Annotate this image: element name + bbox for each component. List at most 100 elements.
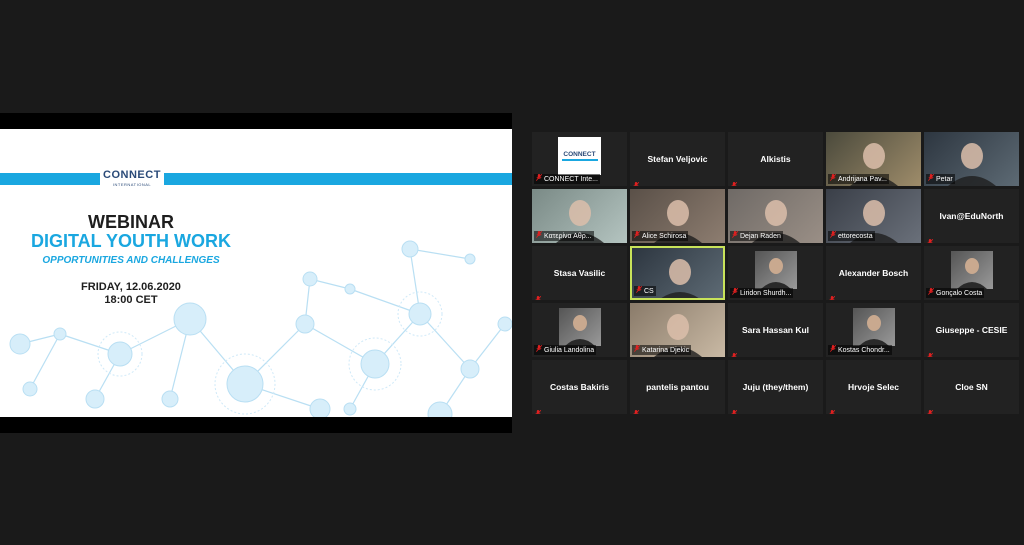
- mic-muted-icon: [927, 347, 934, 357]
- participant-name-label: Gonçalo Costa: [926, 288, 985, 298]
- presentation-slide: CONNECT INTERNATIONAL WEBINAR DIGITAL YO…: [0, 129, 512, 417]
- shared-screen: CONNECT INTERNATIONAL WEBINAR DIGITAL YO…: [0, 113, 512, 433]
- participant-tile[interactable]: Κατερίνα Αθρ...: [532, 189, 627, 243]
- mic-muted-icon: [731, 288, 739, 298]
- header-stripe-left: [0, 173, 100, 185]
- participant-name-label: Alice Schirosa: [632, 231, 689, 241]
- participant-name: Alkistis: [760, 154, 791, 164]
- participant-name-label: CONNECT Inte...: [534, 174, 600, 184]
- participant-name-label: Liridon Shurdh...: [730, 288, 794, 298]
- participant-tile[interactable]: Alexander Bosch: [826, 246, 921, 300]
- participant-name: Petar: [936, 175, 953, 183]
- header-stripe-right: [164, 173, 512, 185]
- mic-muted-icon: [829, 290, 836, 300]
- participant-name: Andrijana Pav...: [838, 175, 887, 183]
- webinar-tagline: OPPORTUNITIES AND CHALLENGES: [42, 255, 220, 266]
- participant-name: ettorecosta: [838, 232, 873, 240]
- participant-name-label: Petar: [926, 174, 955, 184]
- participant-tile[interactable]: Costas Bakiris: [532, 360, 627, 414]
- mic-muted-icon: [633, 176, 640, 186]
- webinar-time: 18:00 CET: [104, 294, 158, 306]
- participant-name-label: Katarina Djekic: [632, 345, 692, 355]
- mic-muted-icon: [829, 231, 837, 241]
- profile-picture: [951, 251, 993, 289]
- participant-tile[interactable]: Juju (they/them): [728, 360, 823, 414]
- participant-name: Costas Bakiris: [549, 382, 610, 392]
- participant-tile[interactable]: Petar: [924, 132, 1019, 186]
- participant-tile[interactable]: CS: [630, 246, 725, 300]
- mic-muted-icon: [927, 233, 934, 243]
- participant-name: Κατερίνα Αθρ...: [544, 232, 592, 240]
- participant-name: Juju (they/them): [742, 382, 809, 392]
- participant-name-label: Kostas Chondr...: [828, 345, 892, 355]
- webinar-subtitle: DIGITAL YOUTH WORK: [31, 231, 231, 251]
- participant-name: CS: [644, 287, 654, 295]
- participant-name: pantelis pantou: [646, 382, 709, 392]
- mic-muted-icon: [535, 345, 543, 355]
- participant-name: Hrvoje Selec: [847, 382, 900, 392]
- participant-name: Alexander Bosch: [838, 268, 909, 278]
- participant-name: CONNECT Inte...: [544, 175, 598, 183]
- profile-picture: [755, 251, 797, 289]
- participant-tile[interactable]: Andrijana Pav...: [826, 132, 921, 186]
- mic-muted-icon: [633, 404, 640, 414]
- participant-tile[interactable]: Giuseppe - CESIE: [924, 303, 1019, 357]
- logo-subtext: INTERNATIONAL: [112, 182, 152, 187]
- mic-muted-icon: [731, 347, 738, 357]
- participant-tile[interactable]: Alice Schirosa: [630, 189, 725, 243]
- participant-tile[interactable]: Cloe SN: [924, 360, 1019, 414]
- participant-tile[interactable]: CONNECT CONNECT Inte...: [532, 132, 627, 186]
- mic-muted-icon: [535, 290, 542, 300]
- logo-mini-text: CONNECT: [563, 151, 596, 158]
- participant-tile[interactable]: Gonçalo Costa: [924, 246, 1019, 300]
- participant-name: Alice Schirosa: [642, 232, 687, 240]
- mic-muted-icon: [829, 174, 837, 184]
- participant-tile[interactable]: Liridon Shurdh...: [728, 246, 823, 300]
- participant-tile[interactable]: Sara Hassan Kul: [728, 303, 823, 357]
- webinar-title: WEBINAR: [88, 212, 174, 232]
- participant-name: Sara Hassan Kul: [741, 325, 810, 335]
- mic-muted-icon: [635, 286, 643, 296]
- participant-name: Giulia Landolina: [544, 346, 595, 354]
- participant-tile[interactable]: Alkistis: [728, 132, 823, 186]
- mic-muted-icon: [731, 176, 738, 186]
- participant-tile[interactable]: Dejan Raden: [728, 189, 823, 243]
- participant-name: Stefan Veljovic: [647, 154, 708, 164]
- participant-name: Kostas Chondr...: [838, 346, 890, 354]
- mic-muted-icon: [731, 404, 738, 414]
- mic-muted-icon: [927, 288, 935, 298]
- participant-name-label: Giulia Landolina: [534, 345, 597, 355]
- mic-muted-icon: [633, 345, 641, 355]
- participant-name: Dejan Raden: [740, 232, 781, 240]
- participant-tile[interactable]: Stefan Veljovic: [630, 132, 725, 186]
- connect-logo: CONNECT INTERNATIONAL: [100, 169, 164, 187]
- mic-muted-icon: [633, 231, 641, 241]
- profile-picture: [853, 308, 895, 346]
- connect-logo-thumbnail: CONNECT: [558, 137, 601, 175]
- participant-tile[interactable]: Kostas Chondr...: [826, 303, 921, 357]
- participant-tile[interactable]: ettorecosta: [826, 189, 921, 243]
- mic-muted-icon: [927, 404, 934, 414]
- participant-name-label: Andrijana Pav...: [828, 174, 889, 184]
- logo-text: CONNECT: [103, 169, 161, 181]
- participant-tile[interactable]: Stasa Vasilic: [532, 246, 627, 300]
- participant-name: Ivan@EduNorth: [939, 211, 1004, 221]
- participant-tile[interactable]: pantelis pantou: [630, 360, 725, 414]
- mic-muted-icon: [829, 404, 836, 414]
- webinar-date: FRIDAY, 12.06.2020: [81, 281, 181, 293]
- mic-muted-icon: [927, 174, 935, 184]
- participant-tile[interactable]: Katarina Djekic: [630, 303, 725, 357]
- participant-name-label: Dejan Raden: [730, 231, 783, 241]
- participant-name: Katarina Djekic: [642, 346, 690, 354]
- participant-name-label: Κατερίνα Αθρ...: [534, 231, 594, 241]
- participant-name: Cloe SN: [955, 382, 988, 392]
- mic-muted-icon: [829, 345, 837, 355]
- participant-name: Liridon Shurdh...: [740, 289, 792, 297]
- participant-name-label: ettorecosta: [828, 231, 875, 241]
- participant-tile[interactable]: Ivan@EduNorth: [924, 189, 1019, 243]
- mic-muted-icon: [535, 174, 543, 184]
- participant-tile[interactable]: Hrvoje Selec: [826, 360, 921, 414]
- participant-tile[interactable]: Giulia Landolina: [532, 303, 627, 357]
- mic-muted-icon: [731, 231, 739, 241]
- mic-muted-icon: [535, 231, 543, 241]
